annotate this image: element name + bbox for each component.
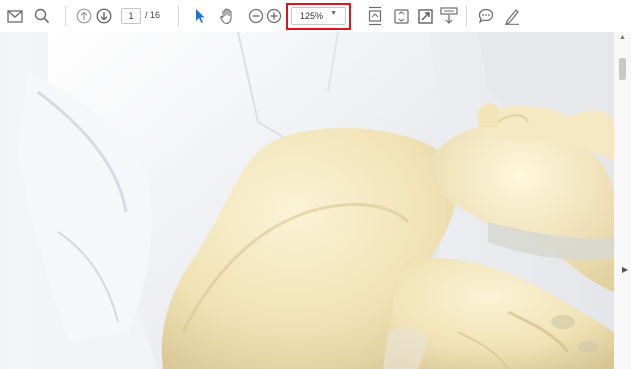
fit-page-icon	[368, 6, 382, 26]
document-viewport[interactable]	[0, 32, 631, 369]
email-icon	[7, 9, 23, 23]
annotate-pen-icon	[505, 9, 519, 25]
toolbar-separator	[466, 6, 467, 26]
email-button[interactable]	[6, 8, 24, 24]
pdf-toolbar: 1 / 16 125% ▼	[0, 0, 631, 32]
fullscreen-button[interactable]	[416, 7, 434, 25]
zoom-in-button[interactable]	[265, 7, 283, 25]
document-page	[8, 32, 614, 369]
select-cursor-icon	[196, 9, 205, 23]
page-total-label: / 16	[145, 10, 161, 20]
pelvis-model-photo	[8, 32, 614, 369]
search-button[interactable]	[33, 7, 51, 25]
comment-button[interactable]	[477, 7, 495, 25]
scrollbar-thumb[interactable]	[619, 58, 626, 80]
zoom-out-icon	[248, 8, 264, 24]
download-icon	[440, 7, 458, 24]
zoom-highlight-box	[286, 3, 351, 30]
hand-tool-button[interactable]	[218, 6, 236, 25]
comment-icon	[478, 8, 494, 24]
page-number-value: 1	[128, 11, 134, 21]
fit-width-icon	[393, 8, 409, 24]
download-button[interactable]	[439, 6, 459, 26]
scroll-up-arrow-icon[interactable]: ▲	[619, 34, 626, 41]
previous-page-icon	[76, 8, 92, 24]
fit-width-button[interactable]	[392, 7, 410, 25]
scroll-right-arrow-icon[interactable]: ▶	[622, 265, 628, 274]
toolbar-separator	[65, 6, 66, 26]
next-page-button[interactable]	[95, 7, 113, 25]
next-page-icon	[96, 8, 112, 24]
fullscreen-icon	[417, 8, 433, 24]
select-tool-button[interactable]	[193, 7, 207, 25]
fit-page-button[interactable]	[366, 5, 384, 27]
previous-page-button[interactable]	[75, 7, 93, 25]
hand-pan-icon	[219, 7, 232, 24]
zoom-out-button[interactable]	[247, 7, 265, 25]
annotate-button[interactable]	[503, 6, 521, 26]
toolbar-separator	[178, 6, 179, 26]
search-icon	[34, 8, 50, 24]
zoom-in-icon	[266, 8, 282, 24]
page-number-input[interactable]: 1	[121, 8, 141, 24]
vertical-scrollbar[interactable]: ▲	[614, 32, 631, 369]
